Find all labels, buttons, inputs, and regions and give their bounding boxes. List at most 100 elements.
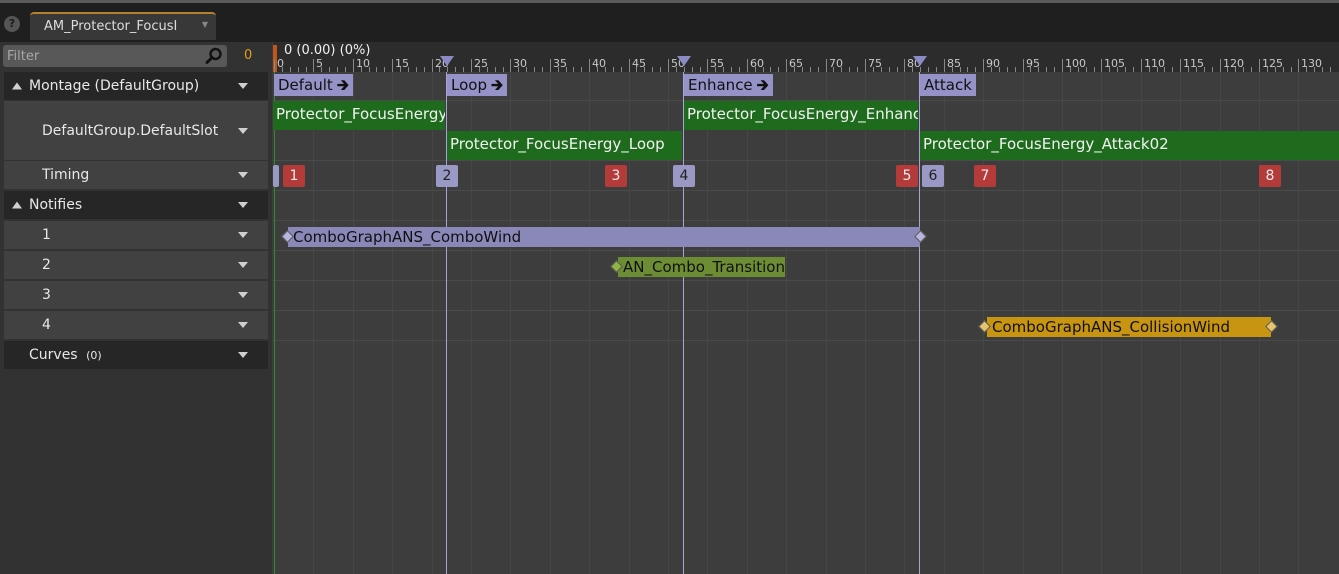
asset-tab[interactable]: AM_Protector_FocusI ▼ bbox=[30, 12, 216, 40]
notify-track-2[interactable]: 2 bbox=[4, 251, 268, 279]
ruler-major-tick bbox=[589, 59, 590, 72]
ruler-minor-tick bbox=[700, 67, 701, 72]
notify-track-dropdown-icon[interactable] bbox=[238, 232, 248, 238]
ruler-major-tick bbox=[353, 59, 354, 72]
collapse-arrow-icon[interactable] bbox=[12, 201, 22, 209]
section-enhance[interactable]: Enhance 🡲 bbox=[684, 74, 773, 96]
section-marker-icon[interactable] bbox=[440, 56, 454, 66]
track-montage-dropdown-icon[interactable] bbox=[238, 83, 248, 89]
ruler-major-tick bbox=[904, 59, 905, 72]
arrow-right-icon: 🡲 bbox=[490, 76, 504, 94]
timing-badge[interactable]: 2 bbox=[436, 165, 458, 187]
ruler-minor-tick bbox=[376, 67, 377, 72]
row-divider bbox=[273, 280, 1339, 281]
section-loop[interactable]: Loop 🡲 bbox=[447, 74, 508, 96]
notify-track-dropdown-icon[interactable] bbox=[238, 262, 248, 268]
ruler-minor-tick bbox=[1078, 67, 1079, 72]
ruler-major-tick bbox=[510, 59, 511, 72]
notify-track-dropdown-icon[interactable] bbox=[238, 292, 248, 298]
timing-badge[interactable]: 8 bbox=[1259, 165, 1281, 187]
timing-badge[interactable]: 7 bbox=[974, 165, 996, 187]
ruler-minor-tick bbox=[755, 67, 756, 72]
timing-badge[interactable]: 4 bbox=[673, 165, 695, 187]
montage-segment[interactable]: Protector_FocusEnergy_Loop bbox=[447, 131, 682, 160]
ruler-minor-tick bbox=[897, 67, 898, 72]
notify-state-bar[interactable]: ComboGraphANS_CollisionWind bbox=[987, 317, 1271, 337]
search-icon[interactable] bbox=[205, 47, 223, 65]
ruler-major-tick bbox=[392, 59, 393, 72]
montage-segment[interactable]: Protector_FocusEnergy bbox=[273, 101, 445, 130]
ruler-minor-tick bbox=[936, 67, 937, 72]
ruler-minor-tick bbox=[928, 67, 929, 72]
section-marker-icon[interactable] bbox=[677, 56, 691, 66]
ruler-minor-tick bbox=[1322, 67, 1323, 72]
track-montage[interactable]: Montage (DefaultGroup) bbox=[4, 72, 268, 100]
timing-badge[interactable]: 5 bbox=[896, 165, 918, 187]
timing-badge-partial[interactable] bbox=[273, 165, 279, 187]
ruler-tick-label: 55 bbox=[710, 57, 724, 70]
row-divider bbox=[273, 190, 1339, 191]
ruler-minor-tick bbox=[1235, 67, 1236, 72]
notify-bar[interactable]: AN_Combo_Transition bbox=[618, 257, 785, 277]
timing-badge[interactable]: 1 bbox=[283, 165, 305, 187]
ruler-minor-tick bbox=[1306, 67, 1307, 72]
section-marker-icon[interactable] bbox=[913, 56, 927, 66]
ruler-minor-tick bbox=[1196, 67, 1197, 72]
ruler-tick-label: 60 bbox=[750, 57, 764, 70]
track-slot[interactable]: DefaultGroup.DefaultSlot bbox=[4, 101, 268, 160]
ruler-minor-tick bbox=[613, 67, 614, 72]
ruler-minor-tick bbox=[778, 67, 779, 72]
ruler-minor-tick bbox=[597, 67, 598, 72]
ruler-major-tick bbox=[1062, 59, 1063, 72]
notify-state-bar[interactable]: ComboGraphANS_ComboWind bbox=[288, 227, 920, 247]
ruler-minor-tick bbox=[715, 67, 716, 72]
collapse-arrow-icon[interactable] bbox=[12, 82, 22, 90]
ruler-minor-tick bbox=[605, 67, 606, 72]
ruler-minor-tick bbox=[1212, 67, 1213, 72]
track-curves-dropdown-icon[interactable] bbox=[238, 352, 248, 358]
timeline-ruler[interactable]: 0 (0.00) (0%) 0 5 10 15 20 25 30 35 40 45 50 55 60 65… bbox=[273, 42, 1339, 72]
ruler-tick-label: 25 bbox=[474, 57, 488, 70]
track-notifies-dropdown-icon[interactable] bbox=[238, 202, 248, 208]
notify-track-dropdown-icon[interactable] bbox=[238, 322, 248, 328]
ruler-minor-tick bbox=[321, 67, 322, 72]
timing-badge[interactable]: 3 bbox=[605, 165, 627, 187]
ruler-minor-tick bbox=[660, 67, 661, 72]
ruler-minor-tick bbox=[684, 67, 685, 72]
filter-input[interactable] bbox=[7, 46, 203, 66]
ruler-tick-label: 130 bbox=[1301, 57, 1322, 70]
notify-track-3[interactable]: 3 bbox=[4, 281, 268, 309]
timeline-panel[interactable]: 0 (0.00) (0%) 0 5 10 15 20 25 30 35 40 45 50 55 60 65… bbox=[273, 42, 1339, 574]
ruler-minor-tick bbox=[912, 67, 913, 72]
curves-count: (0) bbox=[86, 349, 102, 362]
track-slot-dropdown-icon[interactable] bbox=[238, 127, 248, 134]
montage-segment[interactable]: Protector_FocusEnergy_Attack02 bbox=[920, 131, 1339, 160]
ruler-minor-tick bbox=[692, 67, 693, 72]
track-curves[interactable]: Curves (0) bbox=[4, 341, 268, 369]
tab-dropdown-icon[interactable]: ▼ bbox=[202, 20, 208, 29]
ruler-minor-tick bbox=[1030, 67, 1031, 72]
section-attack[interactable]: Attack bbox=[920, 74, 976, 96]
montage-segment[interactable]: Protector_FocusEnergy_Enhance bbox=[684, 101, 918, 130]
ruler-minor-tick bbox=[408, 67, 409, 72]
ruler-tick-label: 30 bbox=[513, 57, 527, 70]
ruler-minor-tick bbox=[503, 67, 504, 72]
track-timing-dropdown-icon[interactable] bbox=[238, 172, 248, 178]
timing-badge[interactable]: 6 bbox=[922, 165, 944, 187]
ruler-major-tick bbox=[1220, 59, 1221, 72]
track-notifies[interactable]: Notifies bbox=[4, 191, 268, 219]
notify-track-1[interactable]: 1 bbox=[4, 221, 268, 249]
track-timing[interactable]: Timing bbox=[4, 161, 268, 189]
section-default[interactable]: Default 🡲 bbox=[274, 74, 353, 96]
ruler-minor-tick bbox=[282, 67, 283, 72]
track-notifies-label: Notifies bbox=[29, 197, 83, 213]
ruler-minor-tick bbox=[487, 67, 488, 72]
ruler-minor-tick bbox=[400, 67, 401, 72]
ruler-minor-tick bbox=[439, 67, 440, 72]
ruler-minor-tick bbox=[676, 67, 677, 72]
notify-track-4[interactable]: 4 bbox=[4, 311, 268, 339]
help-icon[interactable]: ? bbox=[4, 16, 20, 32]
row-divider bbox=[273, 310, 1339, 311]
filter-box[interactable] bbox=[3, 45, 227, 67]
ruler-major-tick bbox=[274, 59, 275, 72]
